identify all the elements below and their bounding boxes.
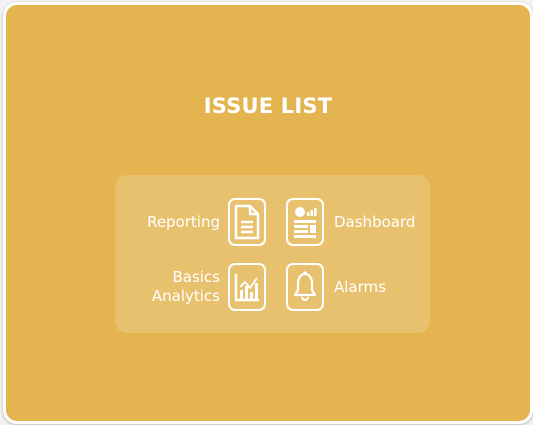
feature-analytics[interactable]: Basics Analytics (136, 263, 266, 311)
feature-dashboard-label: Dashboard (334, 213, 416, 231)
feature-analytics-label-line1: Basics (172, 268, 220, 286)
bell-icon (286, 263, 324, 311)
feature-analytics-label: Basics Analytics (136, 268, 220, 306)
feature-analytics-label-line2: Analytics (151, 287, 220, 305)
bar-chart-icon (228, 263, 266, 311)
document-icon (228, 198, 266, 246)
dashboard-icon (286, 198, 324, 246)
issue-list-card[interactable]: ISSUE LIST Reporting Dashboard Basics An… (3, 2, 533, 424)
feature-alarms-label: Alarms (334, 278, 386, 296)
feature-reporting[interactable]: Reporting (136, 198, 266, 246)
feature-dashboard[interactable]: Dashboard (286, 198, 415, 246)
feature-alarms[interactable]: Alarms (286, 263, 386, 311)
feature-reporting-label: Reporting (147, 212, 220, 231)
card-title: ISSUE LIST (203, 94, 333, 118)
feature-panel: Reporting Dashboard Basics Analytics Ala… (115, 175, 430, 333)
